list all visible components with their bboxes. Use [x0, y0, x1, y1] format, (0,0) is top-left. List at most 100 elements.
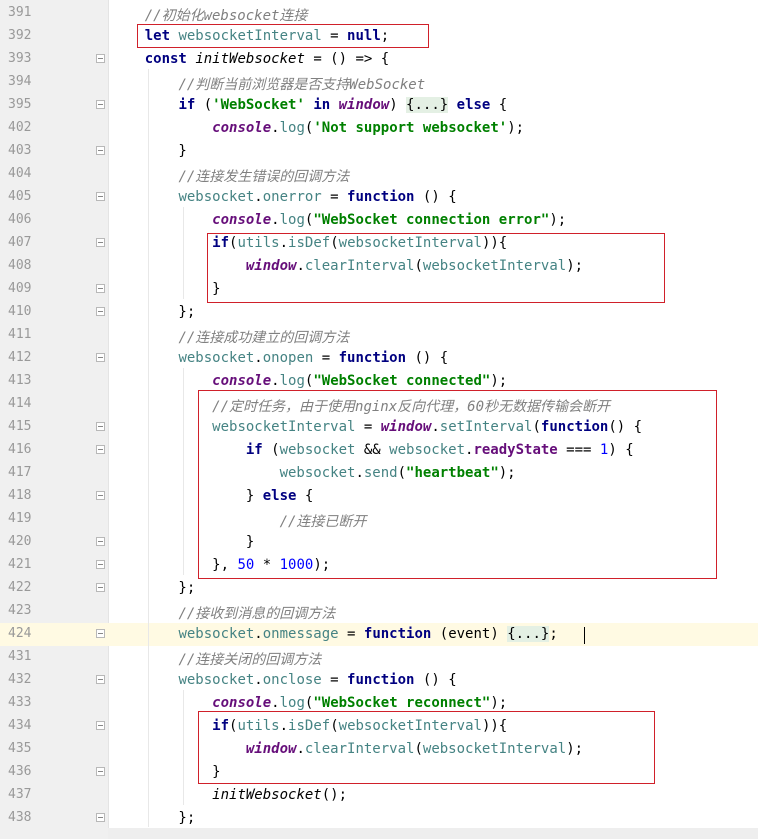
code-line[interactable]: 402 console.log('Not support websocket')… [0, 117, 758, 140]
code-text[interactable]: websocket.send("heartbeat"); [111, 465, 516, 481]
code-line[interactable]: 420 } [0, 531, 758, 554]
code-line[interactable]: 416 if (websocket && websocket.readyStat… [0, 439, 758, 462]
code-text[interactable]: //连接发生错误的回调方法 [111, 166, 349, 186]
code-text[interactable]: window.clearInterval(websocketInterval); [111, 741, 583, 757]
code-line[interactable]: 437 initWebsocket(); [0, 784, 758, 807]
fold-toggle-icon[interactable] [96, 422, 105, 431]
code-line[interactable]: 424 websocket.onmessage = function (even… [0, 623, 758, 646]
code-text[interactable]: //连接关闭的回调方法 [111, 649, 321, 669]
code-text[interactable]: if(utils.isDef(websocketInterval)){ [111, 235, 507, 251]
code-text[interactable]: console.log("WebSocket connection error"… [111, 212, 566, 228]
code-text[interactable]: if(utils.isDef(websocketInterval)){ [111, 718, 507, 734]
code-line[interactable]: 404 //连接发生错误的回调方法 [0, 163, 758, 186]
code-line[interactable]: 405 websocket.onerror = function () { [0, 186, 758, 209]
fold-toggle-icon[interactable] [96, 537, 105, 546]
code-line[interactable]: 393 const initWebsocket = () => { [0, 48, 758, 71]
code-line[interactable]: 415 websocketInterval = window.setInterv… [0, 416, 758, 439]
code-line[interactable]: 394 //判断当前浏览器是否支持WebSocket [0, 71, 758, 94]
fold-toggle-icon[interactable] [96, 767, 105, 776]
fold-toggle-icon[interactable] [96, 445, 105, 454]
code-text[interactable]: //连接已断开 [111, 511, 367, 531]
code-text[interactable]: websocket.onerror = function () { [111, 189, 456, 205]
code-line[interactable]: 413 console.log("WebSocket connected"); [0, 370, 758, 393]
code-text[interactable]: if ('WebSocket' in window) {...} else { [111, 97, 507, 113]
code-text[interactable]: console.log('Not support websocket'); [111, 120, 524, 136]
fold-toggle-icon[interactable] [96, 192, 105, 201]
code-text[interactable]: } [111, 764, 220, 780]
code-text[interactable]: initWebsocket(); [111, 787, 347, 803]
folded-block-placeholder[interactable]: {...} [406, 97, 449, 113]
code-text[interactable]: } [111, 281, 220, 297]
code-text[interactable]: websocket.onopen = function () { [111, 350, 448, 366]
folded-block-placeholder[interactable]: {...} [507, 626, 550, 642]
code-text[interactable]: if (websocket && websocket.readyState ==… [111, 442, 634, 458]
code-text[interactable]: }; [111, 580, 195, 596]
code-line[interactable]: 408 window.clearInterval(websocketInterv… [0, 255, 758, 278]
fold-toggle-icon[interactable] [96, 284, 105, 293]
code-line[interactable]: 431 //连接关闭的回调方法 [0, 646, 758, 669]
code-line[interactable]: 433 console.log("WebSocket reconnect"); [0, 692, 758, 715]
code-line[interactable]: 412 websocket.onopen = function () { [0, 347, 758, 370]
line-number: 410 [8, 304, 32, 319]
horizontal-scrollbar[interactable] [108, 828, 758, 839]
code-line[interactable]: 411 //连接成功建立的回调方法 [0, 324, 758, 347]
code-token: . [254, 189, 263, 205]
fold-toggle-icon[interactable] [96, 583, 105, 592]
code-line[interactable]: 436 } [0, 761, 758, 784]
code-text[interactable]: console.log("WebSocket connected"); [111, 373, 507, 389]
fold-toggle-icon[interactable] [96, 146, 105, 155]
code-line[interactable]: 419 //连接已断开 [0, 508, 758, 531]
code-token: ); [549, 212, 567, 228]
fold-toggle-icon[interactable] [96, 721, 105, 730]
fold-toggle-icon[interactable] [96, 560, 105, 569]
code-line[interactable]: 391 //初始化websocket连接 [0, 2, 758, 25]
fold-toggle-icon[interactable] [96, 353, 105, 362]
fold-toggle-icon[interactable] [96, 238, 105, 247]
code-line[interactable]: 406 console.log("WebSocket connection er… [0, 209, 758, 232]
code-text[interactable]: console.log("WebSocket reconnect"); [111, 695, 507, 711]
code-line[interactable]: 423 //接收到消息的回调方法 [0, 600, 758, 623]
fold-toggle-icon[interactable] [96, 307, 105, 316]
code-text[interactable]: } else { [111, 488, 313, 504]
code-line[interactable]: 414 //定时任务，由于使用nginx反向代理，60秒无数据传输会断开 [0, 393, 758, 416]
code-line[interactable]: 409 } [0, 278, 758, 301]
code-line[interactable]: 417 websocket.send("heartbeat"); [0, 462, 758, 485]
fold-toggle-icon[interactable] [96, 629, 105, 638]
code-line[interactable]: 435 window.clearInterval(websocketInterv… [0, 738, 758, 761]
code-text[interactable]: websocket.onmessage = function (event) {… [111, 626, 558, 642]
code-line[interactable]: 395 if ('WebSocket' in window) {...} els… [0, 94, 758, 117]
code-line[interactable]: 418 } else { [0, 485, 758, 508]
code-text[interactable]: //连接成功建立的回调方法 [111, 327, 349, 347]
code-text[interactable]: }; [111, 304, 195, 320]
fold-toggle-icon[interactable] [96, 813, 105, 822]
code-text[interactable]: window.clearInterval(websocketInterval); [111, 258, 583, 274]
fold-toggle-icon[interactable] [96, 54, 105, 63]
code-token: const [144, 51, 187, 67]
fold-toggle-icon[interactable] [96, 491, 105, 500]
code-text[interactable]: //定时任务，由于使用nginx反向代理，60秒无数据传输会断开 [111, 396, 610, 416]
code-text[interactable]: }; [111, 810, 195, 826]
code-line[interactable]: 438 }; [0, 807, 758, 830]
code-line[interactable]: 403 } [0, 140, 758, 163]
code-token: ( [195, 97, 213, 113]
fold-toggle-icon[interactable] [96, 100, 105, 109]
code-text[interactable]: //接收到消息的回调方法 [111, 603, 335, 623]
code-text[interactable]: //判断当前浏览器是否支持WebSocket [111, 74, 425, 94]
code-line[interactable]: 421 }, 50 * 1000); [0, 554, 758, 577]
code-text[interactable]: websocketInterval = window.setInterval(f… [111, 419, 642, 435]
code-text[interactable]: let websocketInterval = null; [111, 28, 389, 44]
code-line[interactable]: 434 if(utils.isDef(websocketInterval)){ [0, 715, 758, 738]
code-line[interactable]: 422 }; [0, 577, 758, 600]
code-text[interactable]: const initWebsocket = () => { [111, 51, 389, 67]
code-line[interactable]: 410 }; [0, 301, 758, 324]
code-text[interactable]: //初始化websocket连接 [111, 5, 308, 25]
code-line[interactable]: 432 websocket.onclose = function () { [0, 669, 758, 692]
code-text[interactable]: }, 50 * 1000); [111, 557, 330, 573]
fold-toggle-icon[interactable] [96, 675, 105, 684]
code-editor[interactable]: 391 //初始化websocket连接 392 let websocketInt… [0, 0, 758, 839]
code-line[interactable]: 392 let websocketInterval = null; [0, 25, 758, 48]
code-token: let [144, 28, 171, 44]
code-text[interactable]: websocket.onclose = function () { [111, 672, 456, 688]
code-line[interactable]: 407 if(utils.isDef(websocketInterval)){ [0, 232, 758, 255]
